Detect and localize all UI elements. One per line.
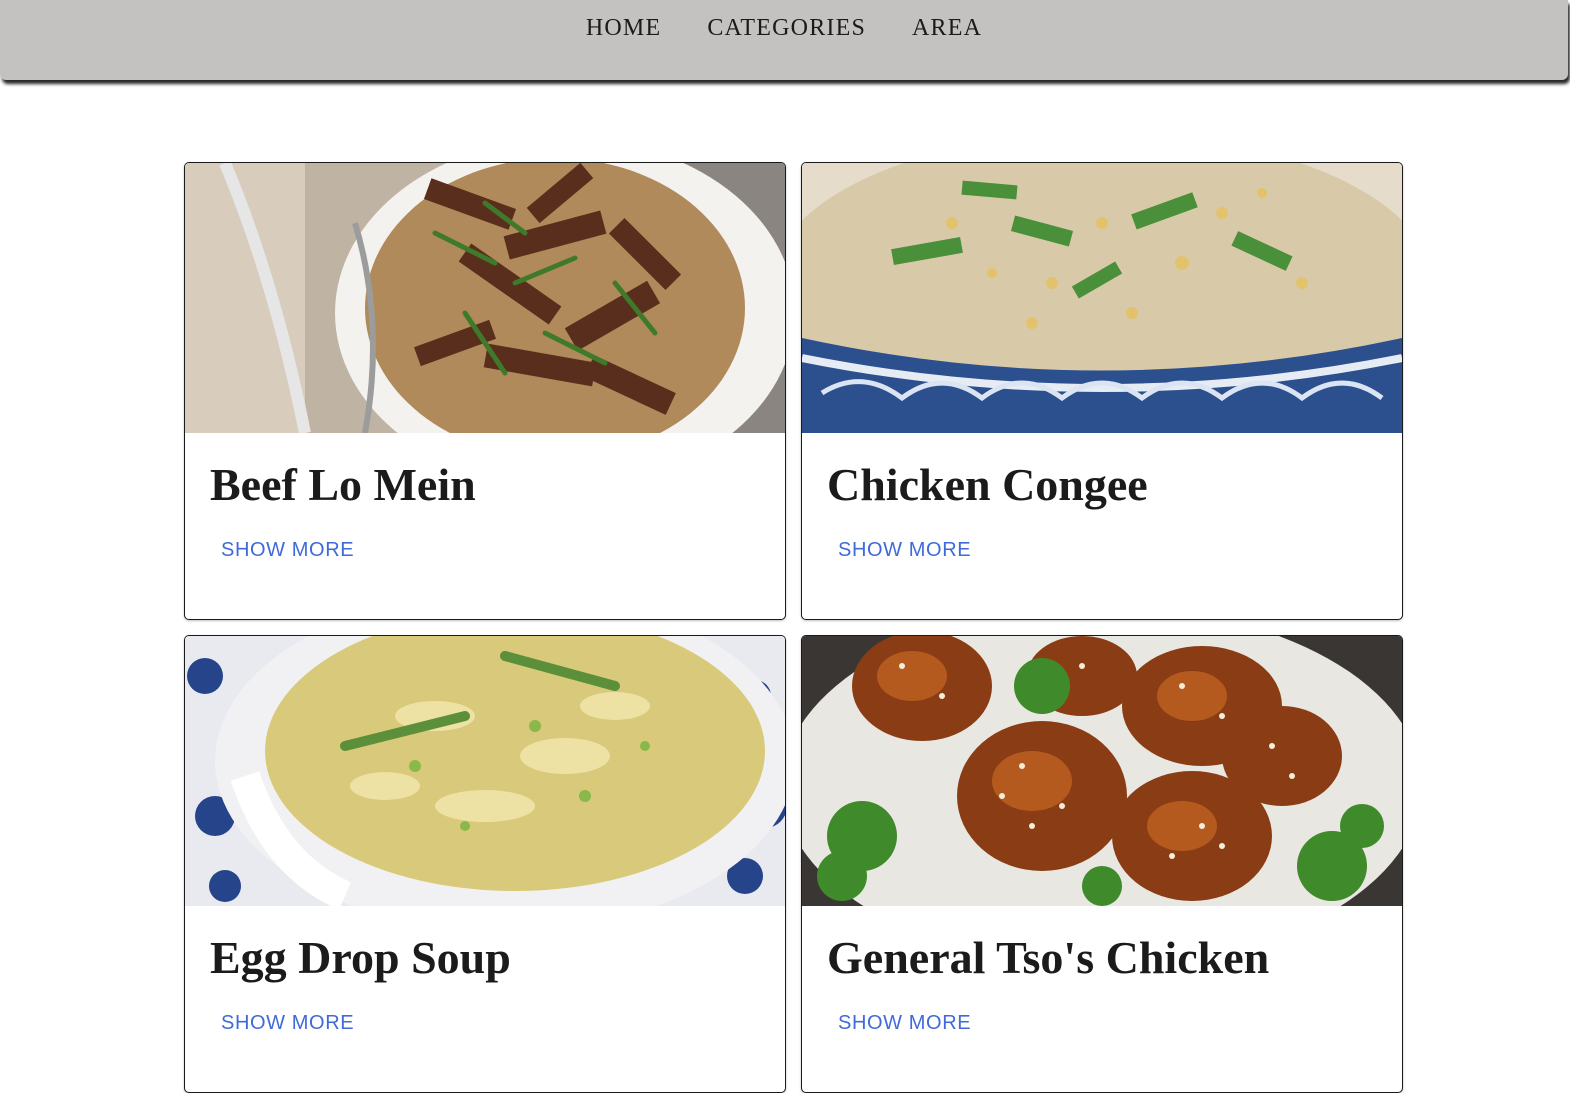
show-more-button[interactable]: SHOW MORE bbox=[838, 1012, 971, 1035]
meal-image-egg-drop-soup bbox=[185, 636, 785, 906]
meal-image-chicken-congee bbox=[802, 163, 1402, 433]
meal-title: Chicken Congee bbox=[827, 459, 1148, 510]
show-more-button[interactable]: SHOW MORE bbox=[221, 1012, 354, 1035]
meal-title: General Tso's Chicken bbox=[827, 932, 1270, 983]
meal-card: Beef Lo Mein SHOW MORE bbox=[184, 162, 786, 620]
show-more-button[interactable]: SHOW MORE bbox=[221, 539, 354, 562]
meal-card: General Tso's Chicken SHOW MORE bbox=[801, 635, 1403, 1093]
meal-image-general-tsos-chicken bbox=[802, 636, 1402, 906]
meal-title: Egg Drop Soup bbox=[210, 932, 511, 983]
meal-card: Egg Drop Soup SHOW MORE bbox=[184, 635, 786, 1093]
meal-grid: Beef Lo Mein SHOW MORE Chicken Congee SH… bbox=[184, 162, 1403, 1093]
show-more-button[interactable]: SHOW MORE bbox=[838, 539, 971, 562]
meal-title: Beef Lo Mein bbox=[210, 459, 476, 510]
meal-card: Chicken Congee SHOW MORE bbox=[801, 162, 1403, 620]
nav-home[interactable]: HOME bbox=[586, 12, 661, 44]
nav-categories[interactable]: CATEGORIES bbox=[707, 12, 866, 44]
meal-image-beef-lo-mein bbox=[185, 163, 785, 433]
nav-area[interactable]: AREA bbox=[912, 12, 982, 44]
top-navbar: HOME CATEGORIES AREA bbox=[0, 0, 1568, 80]
